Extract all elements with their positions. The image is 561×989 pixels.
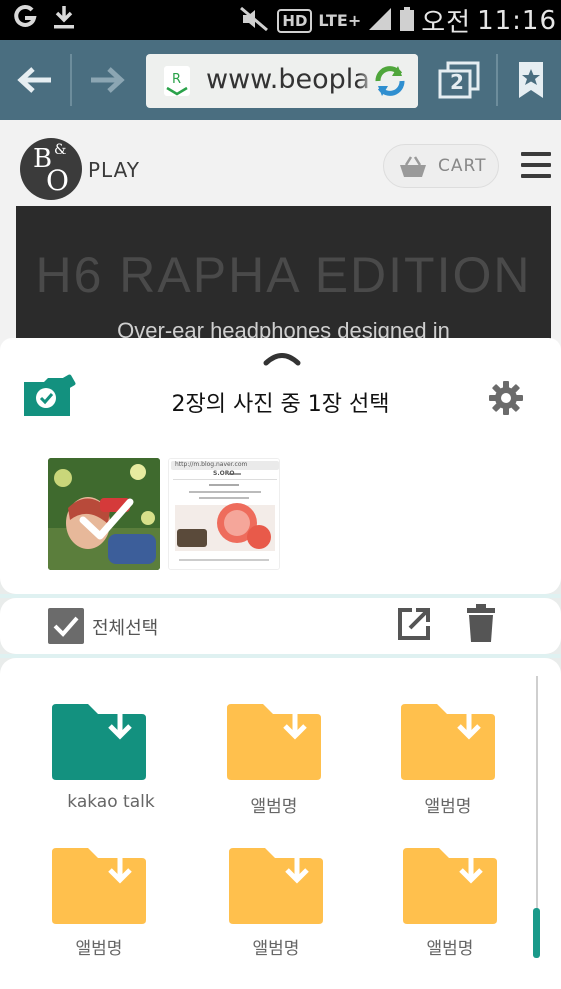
selection-toolbar: 전체선택 — [0, 598, 561, 654]
back-button[interactable] — [10, 40, 60, 120]
bo-logo[interactable]: B & O — [20, 138, 82, 200]
folder-download-icon — [227, 704, 321, 780]
hero-banner[interactable]: H6 RAPHA EDITION Over-ear headphones des… — [16, 206, 551, 360]
photo-picker-sheet: 2장의 사진 중 1장 선택 http://m.blog.naver.com S… — [0, 338, 561, 594]
arrow-right-icon — [91, 67, 125, 93]
am-pm: 오전 — [421, 8, 472, 38]
battery-icon — [399, 6, 415, 36]
photo-image — [48, 458, 160, 570]
gear-icon[interactable] — [488, 380, 524, 416]
trash-icon[interactable] — [466, 604, 496, 642]
folder-download-icon — [403, 848, 497, 924]
notification-app-icon — [12, 4, 38, 34]
tabs-button[interactable]: 2 — [434, 40, 484, 120]
thumb-site-text: S.ORO — [213, 470, 235, 477]
hero-title: H6 RAPHA EDITION — [35, 247, 532, 303]
share-external-icon[interactable] — [396, 606, 432, 642]
svg-text:R: R — [172, 72, 181, 87]
album-folder-label: 앨범명 — [250, 797, 298, 817]
arrow-left-icon — [17, 67, 51, 93]
clock: 11:16 — [477, 5, 557, 36]
folder-download-icon — [401, 704, 495, 780]
album-folder-label: 앨범명 — [75, 939, 123, 959]
photo-thumbnail[interactable]: http://m.blog.naver.com S.ORO — [168, 458, 280, 570]
album-folder-label: 앨범명 — [424, 797, 472, 817]
forward-button[interactable] — [84, 40, 130, 120]
browser-toolbar: R www.beopla 2 — [0, 40, 561, 120]
folder-download-icon — [52, 704, 146, 780]
photo-thumbnail-selected[interactable] — [48, 458, 160, 570]
bookmark-star-icon — [519, 62, 543, 98]
download-icon — [52, 4, 76, 34]
status-bar: HD LTE+ 오전 11:16 — [0, 0, 561, 40]
bookmark-button[interactable] — [510, 40, 552, 120]
web-page: B & O PLAY CART H6 RAPHA EDITION Over-ea… — [0, 120, 561, 360]
checkmark-icon — [53, 616, 79, 637]
thumb-url-text: http://m.blog.naver.com — [175, 461, 248, 468]
album-folder-label: 앨범명 — [426, 939, 474, 959]
cart-button[interactable]: CART — [383, 144, 499, 188]
play-brand-text: PLAY — [88, 158, 141, 182]
url-text: www.beopla — [206, 64, 370, 95]
network-indicator: LTE+ — [318, 11, 362, 30]
reload-icon — [375, 66, 405, 96]
site-favicon: R — [164, 66, 190, 96]
hd-indicator: HD — [277, 8, 313, 33]
tab-count: 2 — [450, 70, 464, 94]
hamburger-menu-icon[interactable] — [521, 152, 551, 178]
album-folder-label: 앨범명 — [252, 939, 300, 959]
scrollbar-thumb[interactable] — [533, 908, 540, 958]
address-bar[interactable]: R www.beopla — [146, 54, 418, 108]
album-folder-label: kakao talk — [67, 792, 155, 812]
reload-button[interactable] — [358, 54, 418, 108]
collapse-handle-icon[interactable] — [262, 350, 302, 366]
folder-download-icon — [52, 848, 146, 924]
mute-vibrate-icon — [239, 5, 271, 37]
select-all-checkbox[interactable] — [48, 608, 84, 644]
folder-download-icon — [229, 848, 323, 924]
basket-icon — [400, 156, 426, 177]
sheet-title: 2장의 사진 중 1장 선택 — [171, 392, 390, 417]
signal-icon — [367, 6, 393, 36]
select-all-label[interactable]: 전체선택 — [92, 614, 158, 640]
